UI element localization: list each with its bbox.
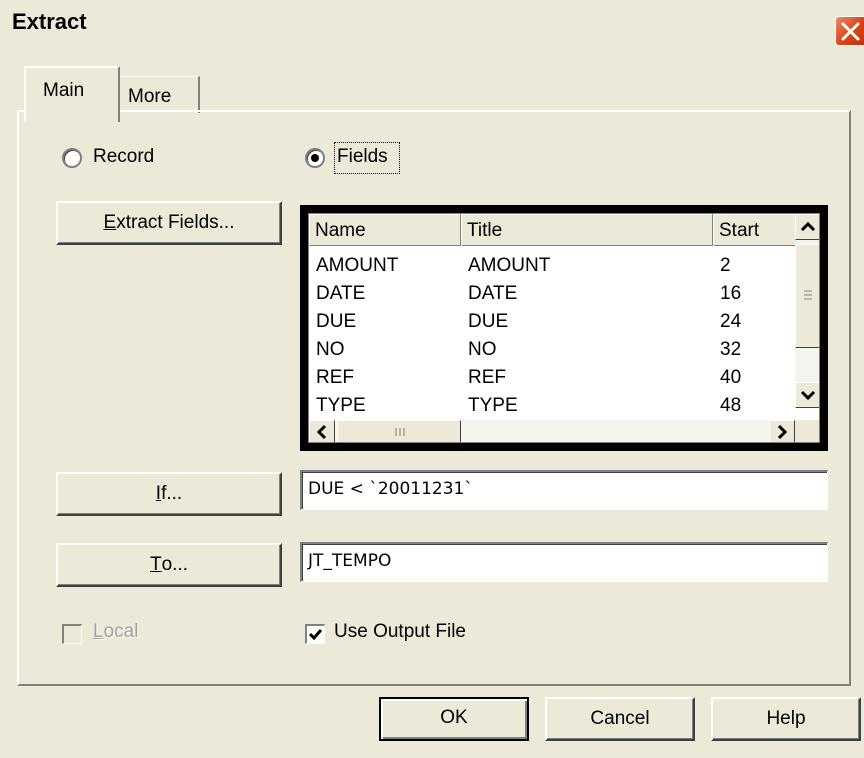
to-output-field[interactable]: JT_TEMPO [300,542,828,582]
row-name: REF [316,367,354,388]
help-button[interactable]: Help [711,697,861,741]
use-output-file-label[interactable]: Use Output File [334,621,466,643]
row-name: DUE [316,311,357,332]
to-button-label: o... [161,554,188,575]
use-output-file-checkbox[interactable] [305,624,325,644]
if-button[interactable]: If... [56,472,282,516]
row-title: NO [468,339,497,360]
row-start: 48 [720,395,742,416]
to-mnemonic: T [149,554,162,575]
row-start: 32 [720,339,742,360]
tab-more-label: More [128,86,172,107]
grip-icon [395,428,405,436]
row-start: 24 [720,311,742,332]
record-radio-label[interactable]: Record [93,146,154,168]
row-name: DATE [316,283,366,304]
scroll-up-button[interactable] [795,214,819,240]
tab-main[interactable]: Main [24,66,120,122]
row-title: DATE [468,283,518,304]
tab-more[interactable]: More [120,76,200,113]
chevron-left-icon [316,424,327,440]
row-title: TYPE [468,395,518,416]
fields-listview[interactable]: Name Title Start AMOUNT AMOUNT 2 DATE DA… [300,205,828,451]
chevron-down-icon [800,390,816,401]
if-expression-field[interactable]: DUE < `20011231` [300,470,828,510]
column-header-name[interactable]: Name [309,214,461,246]
row-name: TYPE [316,395,366,416]
vertical-scrollbar[interactable] [795,214,819,408]
row-title: DUE [468,311,509,332]
scroll-right-button[interactable] [769,420,795,442]
scroll-left-button[interactable] [309,420,335,442]
to-button[interactable]: To... [56,543,282,587]
local-label-text: ocal [103,621,139,642]
if-button-label: f... [161,483,183,504]
extract-fields-button[interactable]: Extract Fields... [56,201,282,245]
row-name: AMOUNT [316,255,399,276]
tab-main-label: Main [43,80,85,101]
row-title: REF [468,367,506,388]
scrollbar-corner [795,420,819,442]
radio-selected-dot [311,154,319,162]
row-name: NO [316,339,345,360]
scroll-down-button[interactable] [795,382,819,408]
row-title: AMOUNT [468,255,551,276]
extract-fields-label: xtract Fields... [116,212,235,233]
local-checkbox-label: Local [93,621,138,643]
horizontal-scroll-thumb[interactable] [337,420,461,442]
vertical-scroll-thumb[interactable] [795,244,819,348]
column-header-title[interactable]: Title [461,214,713,246]
list-header: Name Title Start [309,214,795,246]
extract-fields-mnemonic: E [103,212,117,233]
fields-listview-body: Name Title Start AMOUNT AMOUNT 2 DATE DA… [308,213,820,443]
chevron-up-icon [800,221,816,232]
window-title: Extract [12,9,87,34]
cancel-button[interactable]: Cancel [545,697,695,741]
chevron-right-icon [777,424,788,440]
title-bar: Extract [0,0,864,46]
record-radio[interactable] [62,148,82,168]
close-icon [841,22,860,41]
grip-icon [804,290,812,300]
fields-radio[interactable] [305,148,325,168]
row-start: 40 [720,367,742,388]
local-mnemonic: L [93,621,104,642]
fields-radio-label[interactable]: Fields [337,146,388,168]
row-start: 2 [720,255,731,276]
local-checkbox [62,624,82,644]
horizontal-scrollbar[interactable] [309,420,795,442]
ok-button[interactable]: OK [379,697,529,741]
column-header-start[interactable]: Start [713,214,795,246]
checkmark-icon [308,629,323,641]
close-button[interactable] [835,16,864,46]
row-start: 16 [720,283,742,304]
